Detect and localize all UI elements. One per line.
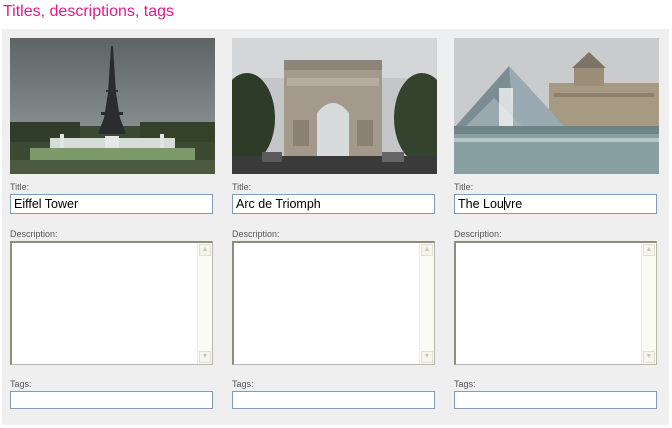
tags-input[interactable] [454,391,657,409]
title-text-after-caret: vre [504,197,523,211]
scroll-up-icon[interactable]: ▲ [199,244,211,256]
tags-input[interactable] [10,391,213,409]
description-label: Description: [232,229,280,239]
photo-editor-panel: Title: Eiffel Tower Description: ▲ ▼ Tag… [2,29,669,425]
description-label: Description: [454,229,502,239]
title-label: Title: [232,182,252,192]
scroll-down-icon[interactable]: ▼ [421,351,433,363]
scroll-down-icon[interactable]: ▼ [643,351,655,363]
title-input[interactable]: Eiffel Tower [10,194,213,214]
arc-de-triomphe-photo [232,38,437,174]
louvre-photo [454,38,659,174]
scrollbar[interactable]: ▲ ▼ [641,243,656,364]
title-input[interactable]: The Louvre [454,194,657,214]
title-label: Title: [454,182,474,192]
tags-label: Tags: [10,379,32,389]
description-textarea[interactable]: ▲ ▼ [10,241,213,365]
title-text-before-caret: The Lou [458,197,504,211]
scrollbar[interactable]: ▲ ▼ [419,243,434,364]
description-label: Description: [10,229,58,239]
scroll-down-icon[interactable]: ▼ [199,351,211,363]
scrollbar[interactable]: ▲ ▼ [197,243,212,364]
title-input[interactable]: Arc de Triomph [232,194,435,214]
page-title: Titles, descriptions, tags [3,3,175,20]
title-label: Title: [10,182,30,192]
scroll-up-icon[interactable]: ▲ [421,244,433,256]
tags-label: Tags: [232,379,254,389]
eiffel-tower-photo [10,38,215,174]
description-textarea[interactable]: ▲ ▼ [232,241,435,365]
description-textarea[interactable]: ▲ ▼ [454,241,657,365]
scroll-up-icon[interactable]: ▲ [643,244,655,256]
tags-input[interactable] [232,391,435,409]
tags-label: Tags: [454,379,476,389]
